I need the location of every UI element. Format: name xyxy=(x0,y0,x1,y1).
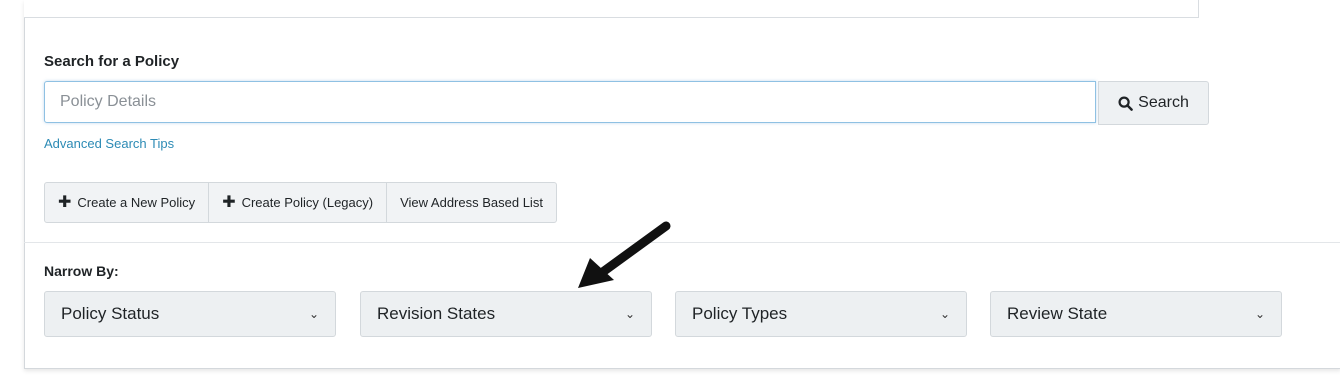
policy-actions-group: ✚ Create a New Policy ✚ Create Policy (L… xyxy=(44,182,557,223)
chevron-down-icon: ⌄ xyxy=(1254,307,1265,321)
filter-review-state[interactable]: Review State ⌄ xyxy=(990,291,1282,337)
search-button-label: Search xyxy=(1138,94,1189,111)
chevron-down-icon: ⌄ xyxy=(939,307,950,321)
filter-label: Policy Status xyxy=(61,304,160,323)
create-new-policy-button[interactable]: ✚ Create a New Policy xyxy=(45,183,210,222)
filter-policy-status[interactable]: Policy Status ⌄ xyxy=(44,291,336,337)
create-policy-legacy-button[interactable]: ✚ Create Policy (Legacy) xyxy=(209,183,388,222)
filter-label: Revision States xyxy=(377,304,496,323)
section-divider xyxy=(24,242,1340,243)
create-new-policy-label: Create a New Policy xyxy=(77,195,196,210)
search-icon xyxy=(1118,95,1133,111)
create-policy-legacy-label: Create Policy (Legacy) xyxy=(241,195,374,210)
view-address-based-list-button[interactable]: View Address Based List xyxy=(387,183,556,222)
narrow-by-label: Narrow By: xyxy=(44,263,119,279)
filter-label: Policy Types xyxy=(692,304,788,323)
annotation-arrow-icon xyxy=(578,221,671,288)
search-input[interactable] xyxy=(44,81,1096,123)
chevron-down-icon: ⌄ xyxy=(624,307,635,321)
plus-icon: ✚ xyxy=(58,193,72,211)
filter-label: Review State xyxy=(1007,304,1108,323)
plus-icon: ✚ xyxy=(222,193,236,211)
view-address-based-list-label: View Address Based List xyxy=(400,195,543,210)
chevron-down-icon: ⌄ xyxy=(308,307,319,321)
search-button[interactable]: Search xyxy=(1098,81,1209,125)
search-heading: Search for a Policy xyxy=(44,53,180,70)
top-band xyxy=(24,0,1199,18)
advanced-search-tips-link[interactable]: Advanced Search Tips xyxy=(44,136,174,151)
filter-policy-types[interactable]: Policy Types ⌄ xyxy=(675,291,967,337)
